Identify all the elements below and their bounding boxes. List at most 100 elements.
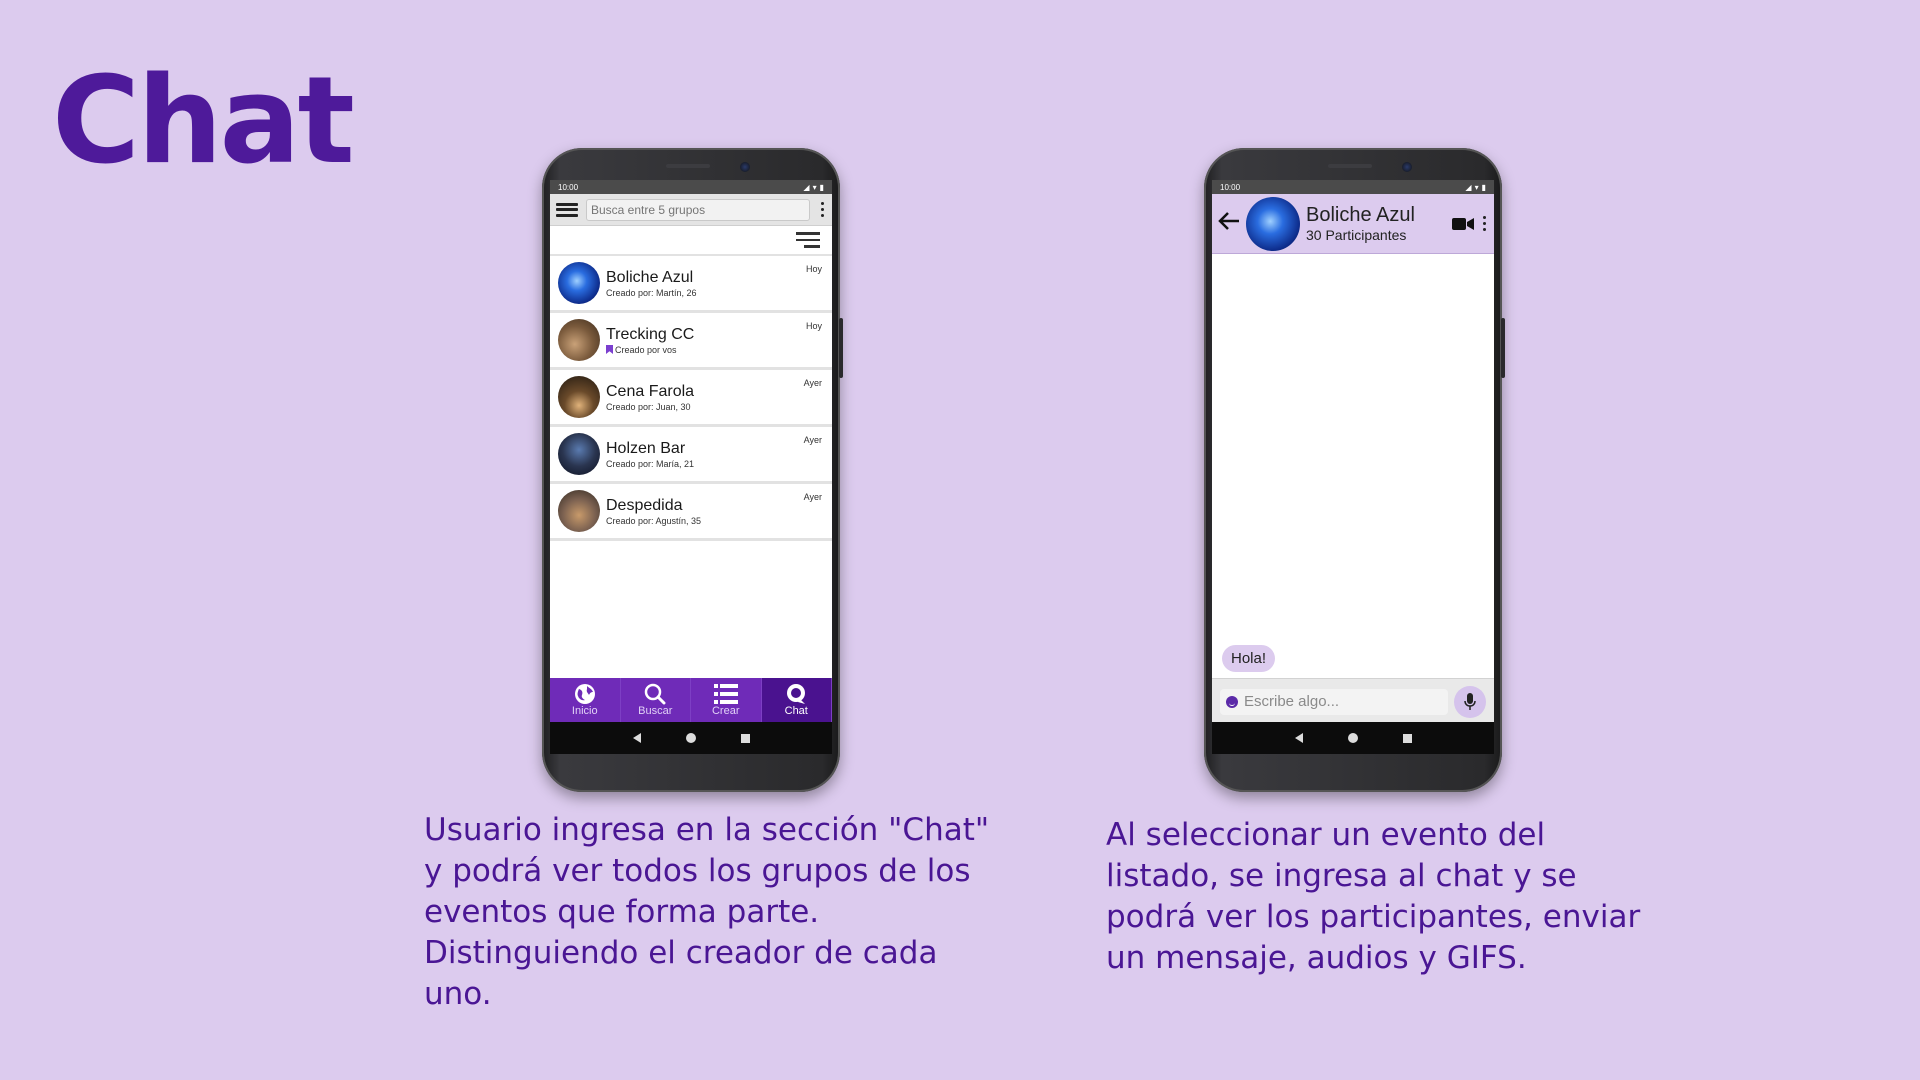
group-avatar xyxy=(558,376,600,418)
phone-mockup-chat-room: 10:00 ◢ ▾ ▮ Boliche Azul 30 Participante… xyxy=(1204,148,1505,792)
chat-list-item[interactable]: Boliche Azul Creado por: Martín, 26 Hoy xyxy=(550,256,832,313)
app-header xyxy=(550,194,832,226)
phone-side-button xyxy=(1501,318,1505,378)
emoji-icon[interactable] xyxy=(1226,695,1238,708)
nav-label: Crear xyxy=(711,705,740,717)
more-options-icon[interactable] xyxy=(818,202,826,217)
wifi-icon: ▾ xyxy=(1474,182,1479,192)
bottom-navigation: Inicio Buscar Crear Chat xyxy=(550,678,832,722)
phone-speaker xyxy=(666,164,710,168)
phone-camera xyxy=(740,162,750,172)
nav-label: Chat xyxy=(784,705,808,717)
chat-list: Boliche Azul Creado por: Martín, 26 Hoy … xyxy=(550,256,832,541)
screen-chat-room: 10:00 ◢ ▾ ▮ Boliche Azul 30 Participante… xyxy=(1212,180,1494,754)
chat-header: Boliche Azul 30 Participantes xyxy=(1212,194,1494,254)
chat-creator: Creado por: Juan, 30 xyxy=(606,401,824,413)
more-options-icon[interactable] xyxy=(1480,216,1488,231)
group-avatar xyxy=(558,319,600,361)
status-icons: ◢ ▾ ▮ xyxy=(1465,183,1486,192)
chat-list-item[interactable]: Trecking CC Creado por vos Hoy xyxy=(550,313,832,370)
caption-chat-list: Usuario ingresa en la sección "Chat" y p… xyxy=(424,812,990,1012)
phone-side-button xyxy=(839,318,843,378)
nav-label: Inicio xyxy=(571,705,598,717)
group-avatar xyxy=(558,262,600,304)
status-time: 10:00 xyxy=(1220,182,1241,192)
chat-item-text: Despedida Creado por: Agustín, 35 xyxy=(606,496,824,527)
chat-creator: Creado por vos xyxy=(606,344,824,356)
chat-list-item[interactable]: Cena Farola Creado por: Juan, 30 Ayer xyxy=(550,370,832,427)
recent-apps-icon[interactable] xyxy=(1402,733,1412,743)
chat-header-info[interactable]: Boliche Azul 30 Participantes xyxy=(1306,204,1446,244)
globe-icon xyxy=(574,683,596,705)
system-navigation-bar xyxy=(1212,722,1494,754)
battery-icon: ▮ xyxy=(1481,182,1486,192)
screen-chat-list: 10:00 ◢ ▾ ▮ Busca entre 5 grupos Boliche… xyxy=(550,180,832,754)
list-icon xyxy=(713,683,738,705)
status-time: 10:00 xyxy=(558,182,579,192)
home-icon[interactable] xyxy=(1347,733,1358,743)
nav-item-crear[interactable]: Crear xyxy=(691,678,762,722)
message-area[interactable]: Hola! xyxy=(1212,254,1494,678)
caption-chat-room: Al seleccionar un evento del listado, se… xyxy=(1106,817,1641,976)
menu-icon[interactable] xyxy=(556,202,578,218)
bookmark-icon xyxy=(606,345,613,354)
chat-bubble-icon xyxy=(785,683,807,705)
chat-item-text: Holzen Bar Creado por: María, 21 xyxy=(606,439,824,470)
microphone-icon xyxy=(1464,692,1476,710)
nav-item-buscar[interactable]: Buscar xyxy=(621,678,691,722)
search-icon xyxy=(644,683,666,705)
signal-icon: ◢ xyxy=(1465,182,1472,192)
chat-item-text: Boliche Azul Creado por: Martín, 26 xyxy=(606,268,824,299)
message-bubble: Hola! xyxy=(1222,645,1276,672)
search-input[interactable] xyxy=(586,198,810,221)
chat-name: Holzen Bar xyxy=(606,439,686,457)
chat-time: Ayer xyxy=(803,435,822,445)
chat-creator-text: Creado por: Agustín, 35 xyxy=(606,515,702,526)
back-icon[interactable] xyxy=(632,733,641,743)
phone-speaker xyxy=(1328,164,1372,168)
chat-creator-text: Creado por vos xyxy=(615,344,677,355)
status-bar: 10:00 ◢ ▾ ▮ xyxy=(1212,180,1494,194)
chat-creator: Creado por: Agustín, 35 xyxy=(606,515,824,527)
chat-creator-text: Creado por: María, 21 xyxy=(606,458,695,469)
message-composer: Escribe algo... xyxy=(1212,678,1494,724)
status-icons: ◢ ▾ ▮ xyxy=(803,183,824,192)
chat-name: Despedida xyxy=(606,496,683,514)
slide-title: Chat xyxy=(52,52,355,191)
chat-time: Ayer xyxy=(803,378,822,388)
chat-creator-text: Creado por: Juan, 30 xyxy=(606,401,691,412)
back-icon[interactable] xyxy=(1294,733,1303,743)
recent-apps-icon[interactable] xyxy=(740,733,750,743)
nav-label: Buscar xyxy=(638,705,673,717)
slide: Chat 10:00 ◢ ▾ ▮ Busca entre 5 grupos Bo… xyxy=(0,0,1920,1080)
chat-item-text: Cena Farola Creado por: Juan, 30 xyxy=(606,382,824,413)
group-avatar xyxy=(558,433,600,475)
participants-count: 30 Participantes xyxy=(1306,226,1407,243)
microphone-button[interactable] xyxy=(1454,685,1486,718)
filter-row xyxy=(550,226,832,256)
phone-mockup-chat-list: 10:00 ◢ ▾ ▮ Busca entre 5 grupos Boliche… xyxy=(542,148,843,792)
system-navigation-bar xyxy=(550,722,832,754)
wifi-icon: ▾ xyxy=(812,182,817,192)
message-input[interactable]: Escribe algo... xyxy=(1220,688,1448,715)
chat-time: Hoy xyxy=(805,264,822,274)
back-arrow-icon[interactable] xyxy=(1218,210,1240,238)
home-icon[interactable] xyxy=(685,733,696,743)
status-bar: 10:00 ◢ ▾ ▮ xyxy=(550,180,832,194)
input-placeholder: Escribe algo... xyxy=(1244,693,1340,710)
nav-item-chat[interactable]: Chat xyxy=(761,678,832,722)
chat-creator: Creado por: María, 21 xyxy=(606,458,824,470)
video-call-icon[interactable] xyxy=(1452,217,1474,231)
signal-icon: ◢ xyxy=(803,182,810,192)
chat-name: Boliche Azul xyxy=(606,268,694,286)
chat-time: Hoy xyxy=(805,321,822,331)
chat-list-item[interactable]: Holzen Bar Creado por: María, 21 Ayer xyxy=(550,427,832,484)
group-avatar xyxy=(558,490,600,532)
chat-creator-text: Creado por: Martín, 26 xyxy=(606,287,697,298)
chat-name: Cena Farola xyxy=(606,382,695,400)
group-avatar[interactable] xyxy=(1246,196,1300,251)
chat-creator: Creado por: Martín, 26 xyxy=(606,287,824,299)
chat-list-item[interactable]: Despedida Creado por: Agustín, 35 Ayer xyxy=(550,484,832,541)
nav-item-inicio[interactable]: Inicio xyxy=(550,678,621,722)
filter-icon[interactable] xyxy=(796,232,820,248)
